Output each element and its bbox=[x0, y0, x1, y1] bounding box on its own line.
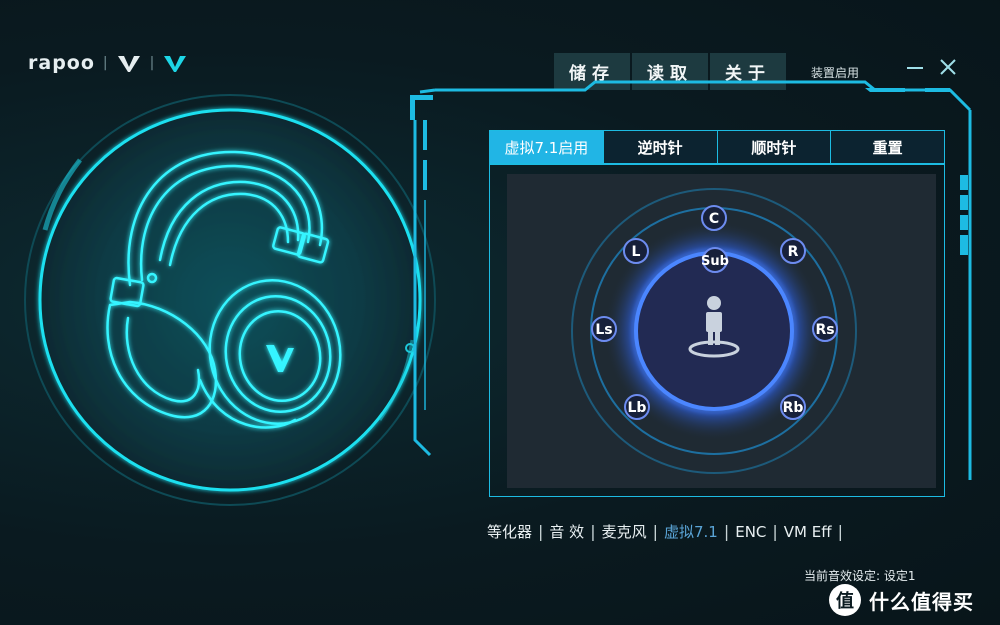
speaker-c[interactable]: C bbox=[701, 205, 727, 231]
brand-logo: rapoo | | bbox=[28, 52, 188, 74]
device-enable-label[interactable]: 装置启用 bbox=[811, 64, 859, 81]
brand-separator: | bbox=[102, 55, 108, 71]
tab-reset[interactable]: 重置 bbox=[831, 131, 944, 163]
speaker-c-label: C bbox=[709, 211, 719, 227]
tab-clockwise[interactable]: 顺时针 bbox=[717, 131, 832, 163]
brand-name: rapoo bbox=[28, 52, 95, 74]
nav-vm-eff[interactable]: VM Eff bbox=[778, 523, 838, 541]
speaker-r-label: R bbox=[788, 244, 799, 260]
brand-separator-2: | bbox=[149, 55, 155, 71]
nav-equalizer[interactable]: 等化器 bbox=[487, 521, 538, 542]
bottom-nav: 等化器 | 音 效 | 麦克风 | 虚拟7.1 | ENC | VM Eff | bbox=[487, 521, 843, 542]
speaker-badges: C L R Sub Ls Rs Lb Rb bbox=[591, 205, 838, 420]
speaker-l[interactable]: L bbox=[623, 238, 649, 264]
tab-virtual-71-enable[interactable]: 虚拟7.1启用 bbox=[490, 131, 604, 163]
speaker-ls[interactable]: Ls bbox=[591, 316, 617, 342]
nav-sound-effects[interactable]: 音 效 bbox=[543, 521, 590, 542]
headset-illustration bbox=[24, 94, 436, 506]
speaker-rb-label: Rb bbox=[783, 400, 804, 416]
minimize-icon bbox=[907, 67, 923, 69]
minimize-button[interactable] bbox=[904, 55, 926, 77]
watermark: 值 什么值得买 bbox=[829, 584, 974, 616]
watermark-text: 什么值得买 bbox=[869, 589, 974, 614]
surround-tabs: 虚拟7.1启用 逆时针 顺时针 重置 bbox=[489, 130, 945, 164]
speaker-lb-label: Lb bbox=[628, 400, 647, 416]
speaker-sub-label: Sub bbox=[701, 254, 729, 269]
speaker-l-label: L bbox=[632, 244, 641, 260]
speaker-rb[interactable]: Rb bbox=[780, 394, 806, 420]
speaker-r[interactable]: R bbox=[780, 238, 806, 264]
nav-virtual-71[interactable]: 虚拟7.1 bbox=[658, 521, 724, 542]
speaker-rs[interactable]: Rs bbox=[812, 316, 838, 342]
speaker-ls-label: Ls bbox=[595, 322, 612, 338]
speaker-lb[interactable]: Lb bbox=[624, 394, 650, 420]
watermark-logo-icon: 值 bbox=[829, 584, 861, 616]
vpro-logo-icon bbox=[164, 56, 187, 72]
tab-counterclockwise[interactable]: 逆时针 bbox=[603, 131, 718, 163]
speaker-sub[interactable]: Sub bbox=[701, 247, 729, 273]
speaker-rs-label: Rs bbox=[815, 322, 834, 338]
close-button[interactable] bbox=[936, 55, 960, 79]
nav-microphone[interactable]: 麦克风 bbox=[596, 521, 653, 542]
nav-enc[interactable]: ENC bbox=[729, 523, 772, 541]
current-preset-status: 当前音效设定: 设定1 bbox=[804, 569, 916, 583]
v-logo-icon bbox=[117, 56, 140, 72]
close-icon bbox=[940, 59, 956, 75]
nav-divider: | bbox=[837, 522, 843, 541]
